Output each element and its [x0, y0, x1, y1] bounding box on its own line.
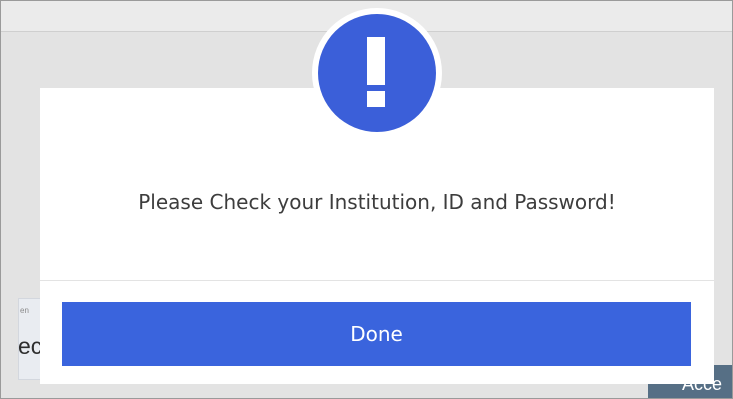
exclamation-icon-bar: [367, 37, 385, 85]
background-field-value: ec: [18, 333, 43, 359]
background-field-label: en: [20, 306, 29, 315]
alert-message: Please Check your Institution, ID and Pa…: [138, 190, 616, 214]
done-button[interactable]: Done: [62, 302, 691, 366]
exclamation-icon-dot: [367, 91, 385, 107]
dialog-divider: [40, 280, 714, 281]
